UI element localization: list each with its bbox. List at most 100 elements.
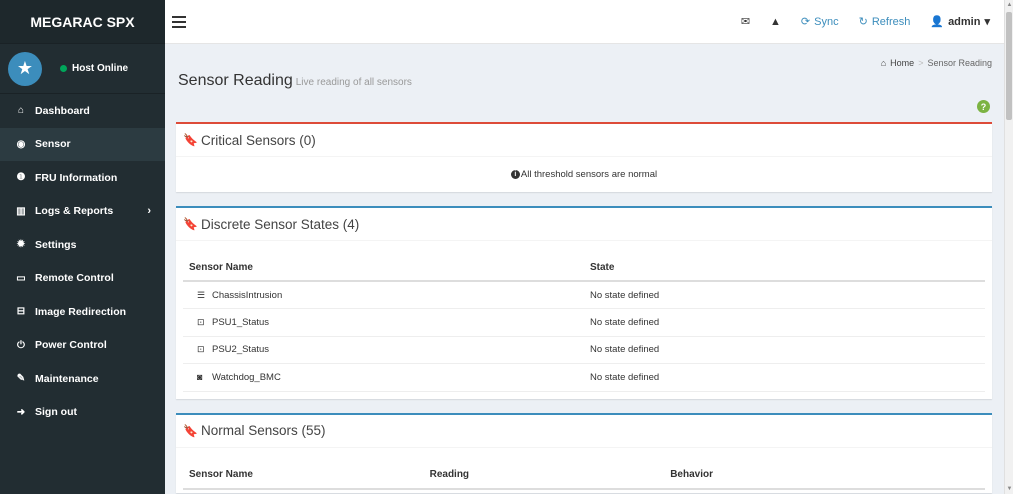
power-supply-icon: ⊡ xyxy=(197,344,205,355)
host-status: Host Online xyxy=(60,63,128,74)
critical-sensors-box: 🔖 Critical Sensors (0) i All threshold sen… xyxy=(176,122,992,192)
sidebar-menu: ⌂ Dashboard ◉ Sensor ❶ FRU Information ▥ Log… xyxy=(0,94,165,429)
column-header-sensor-name[interactable]: Sensor Name xyxy=(183,461,424,490)
sidebar-item-sensor[interactable]: ◉ Sensor xyxy=(0,127,165,161)
caret-down-icon: ▾ xyxy=(984,16,990,28)
sensor-state: No state defined xyxy=(584,336,985,364)
critical-message-text: All threshold sensors are normal xyxy=(520,169,658,180)
sensor-name: Watchdog_BMC xyxy=(212,371,281,383)
bookmark-icon: 🔖 xyxy=(183,133,198,147)
sidebar: MEGARAC SPX ★ Host Online ⌂ Dashboard ◉ Se… xyxy=(0,0,165,494)
normal-title-text: Normal Sensors (55) xyxy=(200,423,326,438)
normal-table: Sensor Name Reading Behavior xyxy=(183,461,985,490)
normal-sensors-box: 🔖 Normal Sensors (55) Sensor Name Reading… xyxy=(176,412,992,493)
home-icon: ⌂ xyxy=(17,105,25,117)
scrollbar-thumb[interactable] xyxy=(1006,12,1012,120)
monitor-icon: ▭ xyxy=(16,272,26,284)
sensor-state: No state defined xyxy=(584,308,985,337)
refresh-button[interactable]: ↻ Refresh xyxy=(849,0,921,43)
sidebar-item-dashboard[interactable]: ⌂ Dashboard xyxy=(0,94,165,128)
alerts-button[interactable]: ▲ xyxy=(760,0,791,43)
refresh-label: Refresh xyxy=(871,15,911,28)
table-row[interactable]: ☰ ChassisIntrusion No state defined xyxy=(183,281,985,309)
help-icon[interactable]: ? xyxy=(977,100,990,113)
breadcrumb-home[interactable]: Home xyxy=(890,58,914,68)
sensor-name-cell: ⊡ PSU1_Status xyxy=(183,308,584,337)
bookmark-icon: 🔖 xyxy=(183,217,198,231)
wrench-icon: ✎ xyxy=(16,373,26,385)
sidebar-item-label: Remote Control xyxy=(35,272,114,285)
discrete-table: Sensor Name State ☰ ChassisIntrusion No s… xyxy=(183,254,985,392)
sync-button[interactable]: ⟳ Sync xyxy=(791,0,849,43)
breadcrumb: ⌂ Home > Sensor Reading xyxy=(881,58,992,68)
discrete-sensors-box: 🔖 Discrete Sensor States (4) Sensor Name … xyxy=(176,206,992,399)
sensor-name: ChassisIntrusion xyxy=(212,289,283,301)
sync-label: Sync xyxy=(814,15,839,28)
online-dot-icon xyxy=(60,65,67,72)
user-menu[interactable]: 👤 admin ▾ xyxy=(920,0,1004,43)
camera-icon: ◙ xyxy=(197,371,203,382)
sensor-name-cell: ⊡ PSU2_Status xyxy=(183,336,584,364)
warning-icon: ▲ xyxy=(770,15,781,28)
user-icon: 👤 xyxy=(930,16,945,28)
envelope-icon: ✉ xyxy=(740,16,751,28)
sidebar-item-maintenance[interactable]: ✎ Maintenance xyxy=(0,362,165,396)
sync-icon: ⟳ xyxy=(800,16,811,28)
home-icon: ⌂ xyxy=(880,58,887,68)
power-icon: ⏻ xyxy=(17,339,25,351)
info-icon: ❶ xyxy=(16,172,26,184)
top-navbar: ✉ ▲ ⟳ Sync ↻ Refresh 👤 admin ▾ xyxy=(165,0,1004,44)
column-header-state[interactable]: State xyxy=(584,254,985,282)
brand-logo[interactable]: MEGARAC SPX xyxy=(0,0,165,44)
column-header-sensor-name[interactable]: Sensor Name xyxy=(183,254,584,282)
sensor-state: No state defined xyxy=(584,363,985,392)
page-scrollbar[interactable]: ▲ ▼ xyxy=(1004,0,1013,494)
critical-message: i All threshold sensors are normal xyxy=(176,156,992,192)
critical-sensors-title: 🔖 Critical Sensors (0) xyxy=(176,124,992,156)
chevron-right-icon: › xyxy=(147,205,151,218)
page-title: Sensor Reading Live reading of all sensor… xyxy=(178,72,412,90)
sensor-name-cell: ◙ Watchdog_BMC xyxy=(183,363,584,392)
sidebar-item-power-control[interactable]: ⏻ Power Control xyxy=(0,329,165,363)
menu-toggle-icon[interactable] xyxy=(172,15,186,28)
server-icon: ☰ xyxy=(197,289,206,300)
sidebar-item-logs-reports[interactable]: ▥ Logs & Reports › xyxy=(0,195,165,229)
hdd-icon: ⊟ xyxy=(16,306,26,318)
table-row[interactable]: ◙ Watchdog_BMC No state defined xyxy=(183,363,985,392)
sidebar-item-label: Maintenance xyxy=(35,372,99,385)
sidebar-item-remote-control[interactable]: ▭ Remote Control xyxy=(0,262,165,296)
power-supply-icon: ⊡ xyxy=(197,316,205,327)
sidebar-item-label: Sensor xyxy=(35,138,71,151)
bookmark-icon: 🔖 xyxy=(183,423,198,438)
sidebar-item-sign-out[interactable]: ➜ Sign out xyxy=(0,396,165,430)
sidebar-item-image-redirection[interactable]: ⊟ Image Redirection xyxy=(0,295,165,329)
discrete-sensors-title: 🔖 Discrete Sensor States (4) xyxy=(176,208,992,240)
navbar-right: ✉ ▲ ⟳ Sync ↻ Refresh 👤 admin ▾ xyxy=(731,0,1004,43)
sensor-name: PSU2_Status xyxy=(212,344,270,356)
table-row[interactable]: ⊡ PSU2_Status No state defined xyxy=(183,336,985,364)
breadcrumb-separator: > xyxy=(918,58,924,68)
column-header-behavior[interactable]: Behavior xyxy=(664,461,985,490)
sidebar-item-settings[interactable]: ✹ Settings xyxy=(0,228,165,262)
table-row[interactable]: ⊡ PSU1_Status No state defined xyxy=(183,308,985,337)
scroll-down-icon[interactable]: ▼ xyxy=(1005,484,1013,494)
table-header-row: Sensor Name State xyxy=(183,254,985,282)
scroll-up-icon[interactable]: ▲ xyxy=(1005,0,1013,10)
sensor-name: PSU1_Status xyxy=(212,316,270,328)
page-subtitle: Live reading of all sensors xyxy=(295,77,412,88)
table-header-row: Sensor Name Reading Behavior xyxy=(183,461,985,490)
messages-button[interactable]: ✉ xyxy=(731,0,760,43)
normal-sensors-title: 🔖 Normal Sensors (55) xyxy=(176,415,992,447)
sensor-state: No state defined xyxy=(584,281,985,309)
sidebar-item-label: Sign out xyxy=(35,406,77,419)
sensor-icon: ◉ xyxy=(16,138,26,150)
user-panel: ★ Host Online xyxy=(0,44,165,94)
column-header-reading[interactable]: Reading xyxy=(423,461,665,490)
bar-chart-icon: ▥ xyxy=(16,205,26,217)
star-icon: ★ xyxy=(8,51,42,86)
sensor-name-cell: ☰ ChassisIntrusion xyxy=(183,281,584,309)
normal-table-wrap: Sensor Name Reading Behavior xyxy=(176,446,992,490)
host-status-label: Host Online xyxy=(72,63,129,74)
sidebar-item-label: Power Control xyxy=(35,339,107,352)
sidebar-item-fru-information[interactable]: ❶ FRU Information xyxy=(0,161,165,195)
